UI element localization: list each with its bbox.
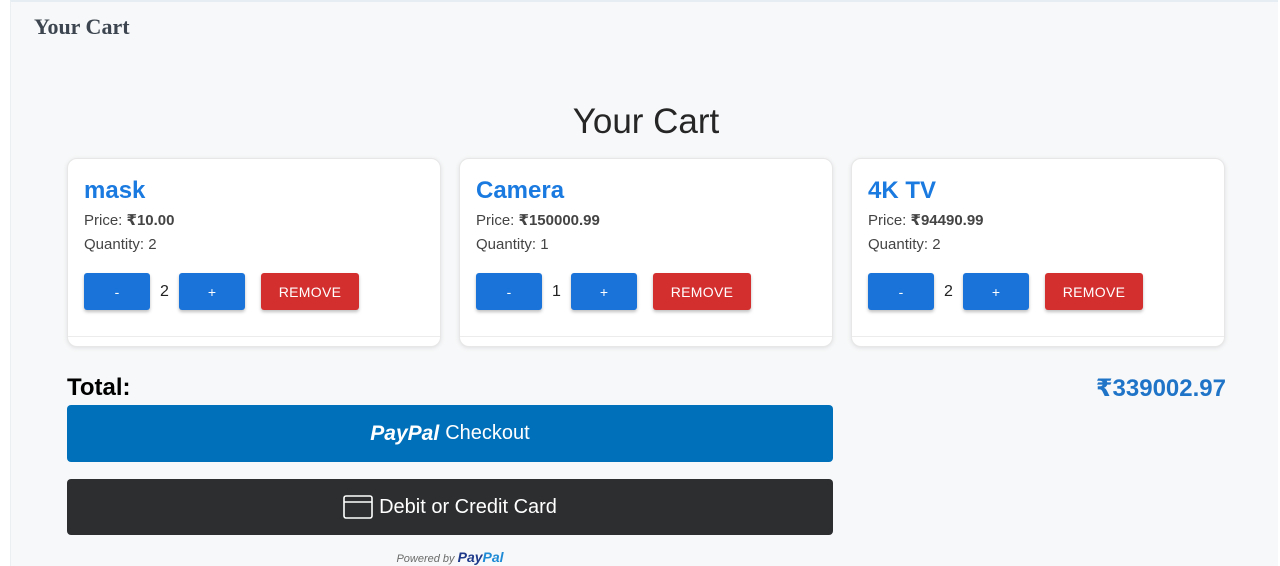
remove-item-button[interactable]: REMOVE [261,273,359,310]
price-label: Price: [84,212,123,229]
item-price: Price: ₹94490.99 [868,211,984,229]
powered-by-text: Powered by [396,553,455,565]
increase-quantity-button[interactable]: + [571,273,637,310]
cart-item-card: Camera Price: ₹150000.99 Quantity: 1 - 1… [459,158,833,347]
price-value: ₹150000.99 [518,212,600,229]
quantity-label: Quantity: [868,236,929,253]
quantity-display: 2 [944,283,953,300]
price-label: Price: [476,212,515,229]
item-quantity: Quantity: 1 [476,236,549,253]
card-divider [460,336,832,337]
price-label: Price: [868,212,907,229]
remove-item-button[interactable]: REMOVE [1045,273,1143,310]
paypal-checkout-button[interactable]: PayPal Checkout [67,405,833,462]
card-divider [852,336,1224,337]
decrease-quantity-button[interactable]: - [868,273,934,310]
paypal-wordmark-icon: PayPal [458,549,504,565]
quantity-display: 2 [160,283,169,300]
price-value: ₹94490.99 [910,212,984,229]
item-price: Price: ₹10.00 [84,211,175,229]
cart-item-card: 4K TV Price: ₹94490.99 Quantity: 2 - 2 +… [851,158,1225,347]
quantity-value: 2 [148,236,157,253]
cart-page: Your Cart Your Cart mask Price: ₹10.00 Q… [10,0,1278,566]
decrease-quantity-button[interactable]: - [84,273,150,310]
total-label: Total: [67,374,131,401]
card-checkout-label: Debit or Credit Card [379,495,557,518]
powered-by-paypal: Powered by PayPal [67,549,833,565]
paypal-wordmark-pal: Pal [482,549,504,565]
credit-card-icon [343,495,373,519]
paypal-logo: PayPal [370,421,440,445]
price-value: ₹10.00 [126,212,175,229]
item-price: Price: ₹150000.99 [476,211,600,229]
quantity-label: Quantity: [84,236,145,253]
item-quantity: Quantity: 2 [84,236,157,253]
quantity-value: 2 [932,236,941,253]
total-value: ₹339002.97 [1095,375,1226,402]
paypal-wordmark-pay: Pay [457,549,483,565]
item-name: 4K TV [868,177,937,204]
increase-quantity-button[interactable]: + [179,273,245,310]
remove-item-button[interactable]: REMOVE [653,273,751,310]
item-quantity: Quantity: 2 [868,236,941,253]
page-title: Your Cart [572,102,720,141]
quantity-value: 1 [540,236,549,253]
paypal-checkout-label: Checkout [445,422,530,444]
item-name: Camera [476,177,565,204]
decrease-quantity-button[interactable]: - [476,273,542,310]
quantity-display: 1 [552,283,561,300]
cart-item-card: mask Price: ₹10.00 Quantity: 2 - 2 + REM… [67,158,441,347]
debit-credit-card-button[interactable]: Debit or Credit Card [67,479,833,535]
app-title: Your Cart [34,14,130,39]
card-divider [68,336,440,337]
item-name: mask [84,177,146,204]
increase-quantity-button[interactable]: + [963,273,1029,310]
quantity-label: Quantity: [476,236,537,253]
